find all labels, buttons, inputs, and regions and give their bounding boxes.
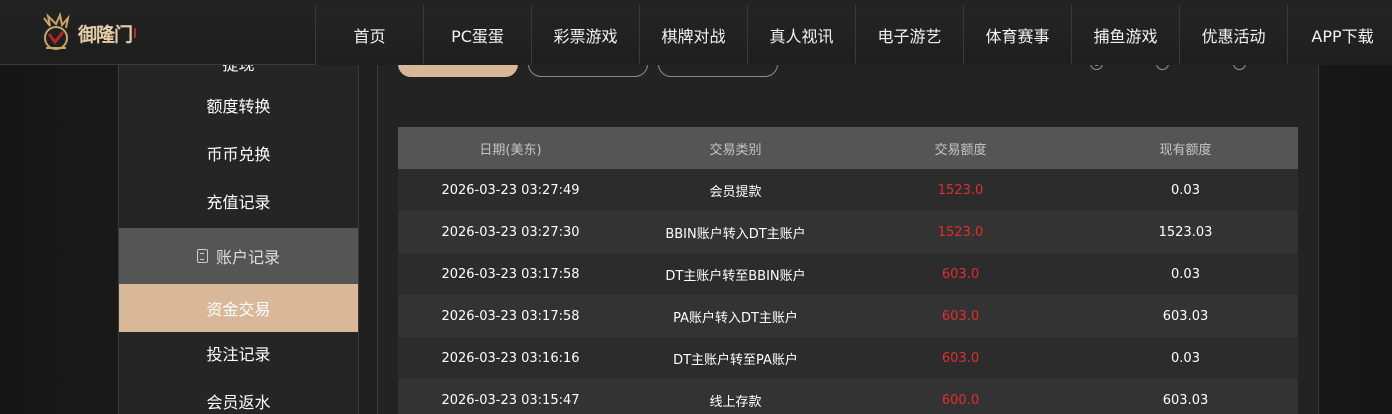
cell-type: DT主账户转至PA账户 [673,352,798,368]
cell-balance: 0.03 [1171,182,1200,198]
cell-date: 2026-03-23 03:15:47 [441,392,580,408]
cell-amount: 1523.0 [937,182,984,198]
top-header: 御隆门 首页 PC蛋蛋 彩票游戏 棋牌对战 真人视讯 电子游艺 体育赛事 捕鱼游… [0,0,1392,65]
cell-date: 2026-03-23 03:27:30 [441,224,580,240]
table-row: 2026-03-23 03:27:30 BBIN账户转入DT主账户 1523.0… [398,211,1298,253]
filter-tab-2[interactable] [528,65,648,77]
filter-tab-3[interactable] [658,65,778,77]
radio-selected-icon [1090,65,1103,70]
cell-amount: 603.0 [941,350,980,366]
sidebar-item-deposit-records[interactable]: 充值记录 [119,191,358,215]
cell-amount: 603.0 [941,266,980,282]
date-range-radio-3[interactable] [1233,65,1252,70]
sidebar-section-account-records[interactable]: 账户记录 [119,228,358,284]
date-range-radio-2[interactable] [1156,65,1175,70]
sidebar-item-fund-transactions[interactable]: 资金交易 [119,284,358,332]
nav-lottery[interactable]: 彩票游戏 [531,5,639,65]
table-row: 2026-03-23 03:17:58 PA账户转入DT主账户 603.0 60… [398,295,1298,337]
logo-text: 御隆门 [78,23,133,46]
table-header-row: 日期(美东) 交易类别 交易额度 现有额度 [398,127,1298,169]
nav-chess-cards[interactable]: 棋牌对战 [639,5,747,65]
cell-balance: 603.03 [1162,308,1209,324]
nav-promotions[interactable]: 优惠活动 [1179,5,1287,65]
sidebar-item-quota-transfer[interactable]: 额度转换 [119,95,358,119]
table-row: 2026-03-23 03:27:49 会员提款 1523.0 0.03 [398,169,1298,211]
filter-tab-all[interactable] [398,65,518,77]
sidebar-item-bet-records[interactable]: 投注记录 [119,343,358,367]
cell-date: 2026-03-23 03:27:49 [441,182,580,198]
logo-seal-icon [134,28,136,38]
account-sidebar: 提现 额度转换 币币兑换 充值记录 账户记录 资金交易 投注记录 会员返水 [118,65,359,414]
cell-date: 2026-03-23 03:17:58 [441,308,580,324]
cell-date: 2026-03-23 03:16:16 [441,350,580,366]
nav-live-casino[interactable]: 真人视讯 [747,5,855,65]
nav-slots[interactable]: 电子游艺 [855,5,963,65]
nav-fishing[interactable]: 捕鱼游戏 [1071,5,1179,65]
nav-home[interactable]: 首页 [315,5,423,65]
nav-sports[interactable]: 体育赛事 [963,5,1071,65]
cell-type: DT主账户转至BBIN账户 [665,268,806,284]
document-icon [196,249,208,263]
table-row: 2026-03-23 03:16:16 DT主账户转至PA账户 603.0 0.… [398,337,1298,379]
nav-app-download[interactable]: APP下载 [1287,5,1392,65]
transactions-table: 日期(美东) 交易类别 交易额度 现有额度 2026-03-23 03:27:4… [398,127,1298,414]
cell-balance: 0.03 [1171,350,1200,366]
cell-amount: 600.0 [941,392,980,408]
cell-amount: 1523.0 [937,224,984,240]
site-logo[interactable]: 御隆门 [36,11,136,54]
table-row: 2026-03-23 03:17:58 DT主账户转至BBIN账户 603.0 … [398,253,1298,295]
date-range-radio-1[interactable] [1090,65,1109,70]
radio-icon [1156,65,1169,70]
table-row: 2026-03-23 03:15:47 线上存款 600.0 603.03 [398,379,1298,414]
cell-amount: 603.0 [941,308,980,324]
cell-type: PA账户转入DT主账户 [673,310,798,326]
cell-balance: 1523.03 [1158,224,1213,240]
cell-type: 线上存款 [709,394,762,410]
cell-balance: 0.03 [1171,266,1200,282]
nav-pc-dandan[interactable]: PC蛋蛋 [423,5,531,65]
sidebar-section-label: 账户记录 [215,248,280,267]
sidebar-item-withdraw[interactable]: 提现 [119,65,358,75]
content-panel: 日期(美东) 交易类别 交易额度 现有额度 2026-03-23 03:27:4… [377,65,1319,414]
cell-date: 2026-03-23 03:17:58 [441,266,580,282]
col-date: 日期(美东) [479,142,542,158]
radio-icon [1233,65,1246,70]
sidebar-item-coin-exchange[interactable]: 币币兑换 [119,143,358,167]
cell-type: 会员提款 [709,184,762,200]
cell-type: BBIN账户转入DT主账户 [665,226,806,242]
sidebar-item-rebate[interactable]: 会员返水 [119,391,358,414]
col-amount: 交易额度 [934,142,987,158]
cell-balance: 603.03 [1162,392,1209,408]
main-nav: 首页 PC蛋蛋 彩票游戏 棋牌对战 真人视讯 电子游艺 体育赛事 捕鱼游戏 优惠… [315,5,1392,65]
col-type: 交易类别 [709,142,762,158]
dragon-logo-icon [36,11,76,54]
col-balance: 现有额度 [1159,142,1212,158]
